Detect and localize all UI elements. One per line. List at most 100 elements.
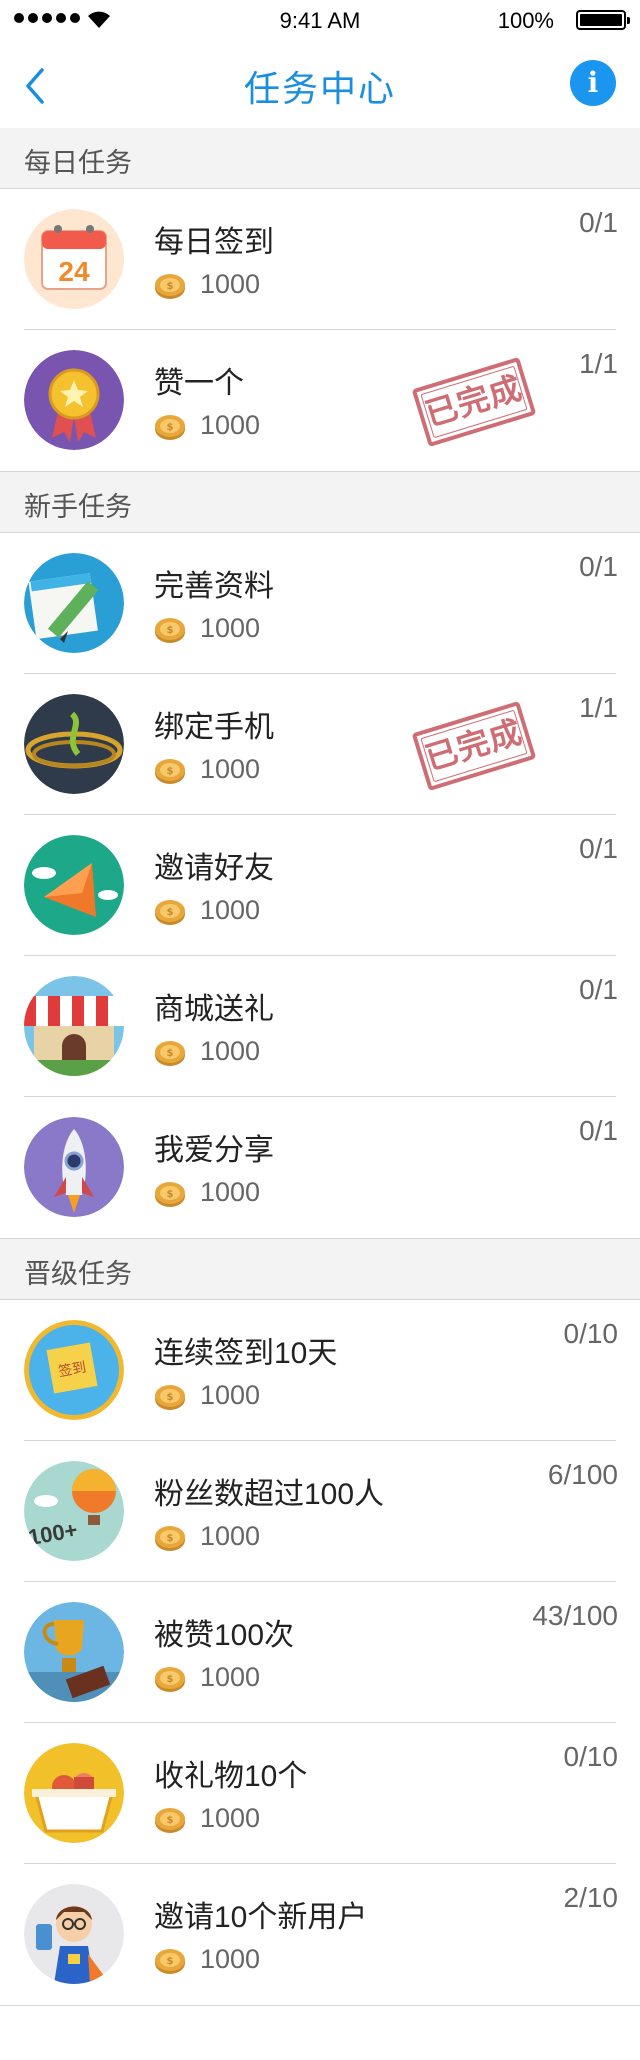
- task-reward: 1000: [200, 410, 261, 440]
- coin-icon: $: [154, 410, 186, 442]
- task-row[interactable]: 24 每日签到 $1000 0/1: [0, 189, 640, 330]
- task-row[interactable]: 商城送礼 $1000 0/1: [0, 956, 640, 1097]
- task-title: 连续签到10天: [154, 1337, 338, 1370]
- coin-icon: $: [154, 613, 186, 645]
- task-title: 邀请好友: [154, 852, 274, 885]
- coin-icon: $: [154, 1380, 186, 1412]
- task-reward: 1000: [200, 1380, 261, 1410]
- coin-icon: $: [154, 1521, 186, 1553]
- battery-percent: 100%: [497, 8, 554, 33]
- completed-stamp: 已完成: [411, 356, 537, 448]
- svg-text:$: $: [167, 1189, 174, 1200]
- svg-text:$: $: [167, 1815, 174, 1826]
- info-icon[interactable]: i: [570, 60, 616, 106]
- task-section: 签到 连续签到10天 $1000 0/10 100+ 粉丝数超过100人 $1000 6/10…: [0, 1300, 640, 2006]
- task-reward: 1000: [200, 1944, 261, 1974]
- task-progress: 2/10: [563, 1882, 619, 1913]
- task-reward: 1000: [200, 1803, 261, 1833]
- task-row[interactable]: 邀请好友 $1000 0/1: [0, 815, 640, 956]
- trophy-icon: [24, 1602, 124, 1702]
- task-title: 被赞100次: [154, 1619, 295, 1652]
- battery-icon: [576, 10, 630, 30]
- svg-text:$: $: [167, 1392, 174, 1403]
- task-row[interactable]: 收礼物10个 $1000 0/10: [0, 1723, 640, 1864]
- coin-icon: $: [154, 895, 186, 927]
- balloon-icon: 100+: [24, 1461, 124, 1561]
- task-reward: 1000: [200, 269, 261, 299]
- coin-icon: $: [154, 1036, 186, 1068]
- svg-text:$: $: [167, 281, 174, 292]
- task-reward: 1000: [200, 895, 261, 925]
- coin-icon: $: [154, 269, 186, 301]
- task-row[interactable]: 我爱分享 $1000 0/1: [0, 1097, 640, 1238]
- section-title: 新手任务: [24, 492, 132, 522]
- task-title: 我爱分享: [154, 1134, 274, 1167]
- task-progress: 43/100: [532, 1600, 618, 1631]
- task-reward: 1000: [200, 1036, 261, 1066]
- section-header: 晋级任务: [0, 1239, 640, 1300]
- task-row[interactable]: 签到 连续签到10天 $1000 0/10: [0, 1300, 640, 1441]
- svg-text:$: $: [167, 766, 174, 777]
- nav-bar: 任务中心 i: [0, 40, 640, 129]
- task-progress: 0/10: [563, 1741, 619, 1772]
- task-row[interactable]: 100+ 粉丝数超过100人 $1000 6/100: [0, 1441, 640, 1582]
- task-title: 完善资料: [154, 570, 274, 603]
- svg-text:24: 24: [58, 256, 90, 287]
- task-progress: 0/10: [563, 1318, 619, 1349]
- svg-text:$: $: [167, 1533, 174, 1544]
- sticky-note-icon: 签到: [24, 1320, 124, 1420]
- task-row[interactable]: 绑定手机 $1000 1/1 已完成: [0, 674, 640, 815]
- section-title: 每日任务: [24, 148, 132, 178]
- megaphone-icon: [24, 835, 124, 935]
- section-title: 晋级任务: [24, 1259, 132, 1289]
- task-progress: 1/1: [579, 348, 618, 379]
- task-title: 赞一个: [154, 367, 244, 400]
- task-list: 每日任务 24 每日签到 $1000 0/1 赞一个 $1000 1/1 已完成 新手任务 完善资料…: [0, 128, 640, 2006]
- shop-awning-icon: [24, 976, 124, 1076]
- task-title: 邀请10个新用户: [154, 1901, 368, 1934]
- task-reward: 1000: [200, 1521, 261, 1551]
- task-row[interactable]: 完善资料 $1000 0/1: [0, 533, 640, 674]
- coin-icon: $: [154, 1177, 186, 1209]
- completed-stamp: 已完成: [411, 700, 537, 792]
- status-bar: 9:41 AM 100%: [0, 0, 640, 40]
- task-row[interactable]: 邀请10个新用户 $1000 2/10: [0, 1864, 640, 2005]
- task-reward: 1000: [200, 1177, 261, 1207]
- task-progress: 6/100: [547, 1459, 618, 1490]
- task-row[interactable]: 赞一个 $1000 1/1 已完成: [0, 330, 640, 471]
- task-title: 绑定手机: [154, 711, 274, 744]
- medal-icon: [24, 350, 124, 450]
- task-title: 收礼物10个: [154, 1760, 308, 1793]
- rocket-icon: [24, 1117, 124, 1217]
- task-progress: 0/1: [579, 833, 618, 864]
- page-title: 任务中心: [243, 68, 396, 109]
- section-header: 每日任务: [0, 128, 640, 189]
- coin-icon: $: [154, 1944, 186, 1976]
- task-progress: 0/1: [579, 207, 618, 238]
- svg-text:$: $: [167, 907, 174, 918]
- svg-text:$: $: [167, 422, 174, 433]
- task-progress: 0/1: [579, 974, 618, 1005]
- task-title: 粉丝数超过100人: [154, 1478, 385, 1511]
- pencil-note-icon: [24, 553, 124, 653]
- section-header: 新手任务: [0, 472, 640, 533]
- task-row[interactable]: 被赞100次 $1000 43/100: [0, 1582, 640, 1723]
- task-reward: 1000: [200, 1662, 261, 1692]
- task-reward: 1000: [200, 754, 261, 784]
- task-title: 每日签到: [154, 226, 274, 259]
- task-progress: 1/1: [579, 692, 618, 723]
- coin-icon: $: [154, 1803, 186, 1835]
- calendar-icon: 24: [24, 209, 124, 309]
- coin-icon: $: [154, 754, 186, 786]
- superhero-icon: [24, 1884, 124, 1984]
- svg-text:$: $: [167, 625, 174, 636]
- task-section: 完善资料 $1000 0/1 绑定手机 $1000 1/1 已完成 邀请好友 $1000 0/1 商…: [0, 533, 640, 1239]
- coin-icon: $: [154, 1662, 186, 1694]
- task-title: 商城送礼: [154, 993, 274, 1026]
- task-progress: 0/1: [579, 1115, 618, 1146]
- phone-cable-icon: [24, 694, 124, 794]
- task-progress: 0/1: [579, 551, 618, 582]
- task-reward: 1000: [200, 613, 261, 643]
- svg-text:$: $: [167, 1956, 174, 1967]
- svg-text:$: $: [167, 1674, 174, 1685]
